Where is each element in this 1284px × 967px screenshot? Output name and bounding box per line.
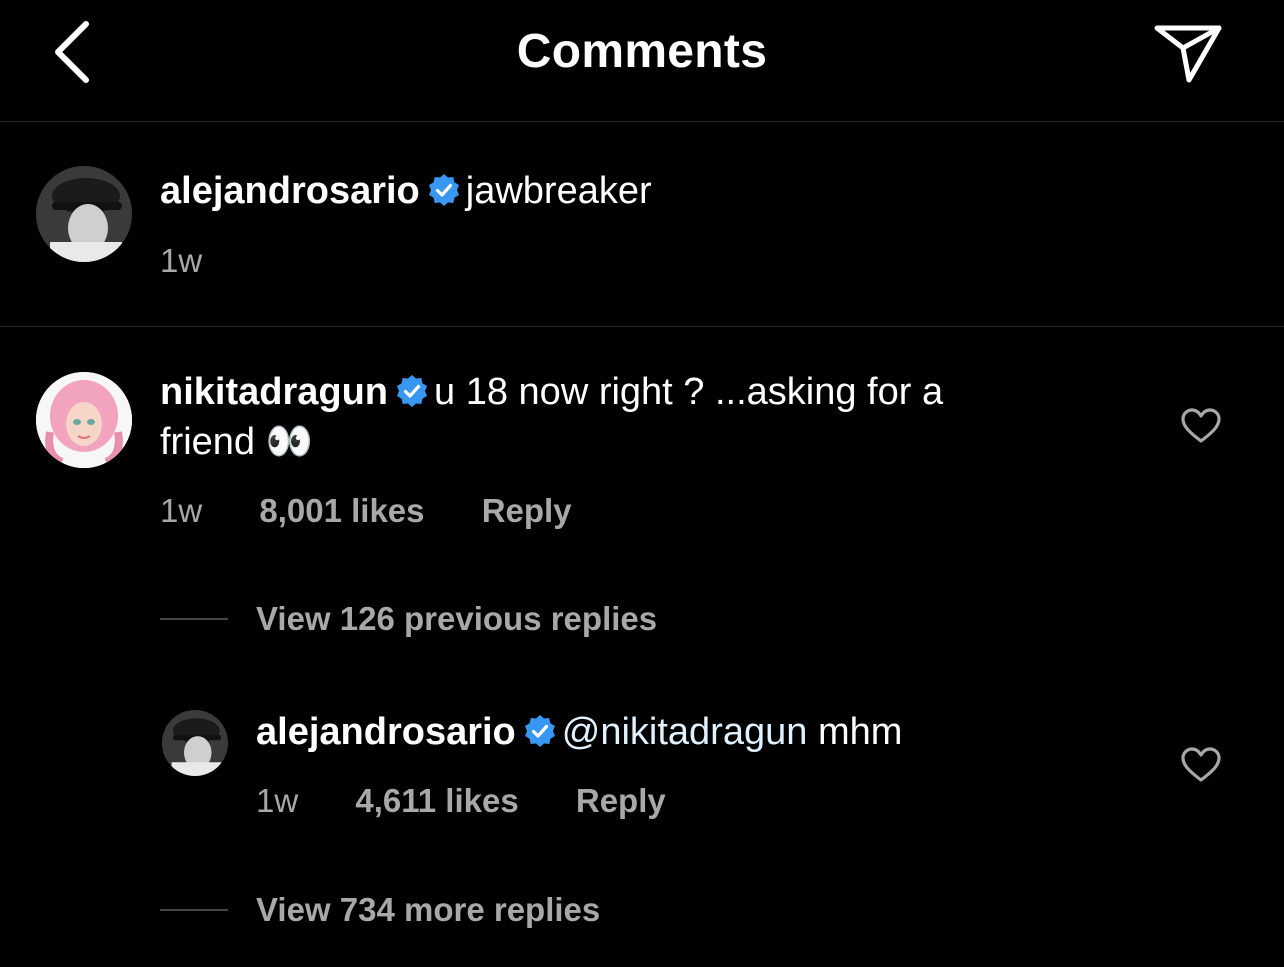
view-previous-replies-label: View 126 previous replies bbox=[256, 600, 658, 637]
avatar[interactable] bbox=[36, 372, 132, 468]
comment-text-line2: friend 👀 bbox=[160, 421, 313, 463]
paper-plane-icon bbox=[1154, 25, 1222, 83]
verified-badge-icon bbox=[397, 374, 428, 407]
comment-username[interactable]: alejandrosario bbox=[256, 711, 516, 753]
comment-username[interactable]: nikitadragun bbox=[160, 371, 388, 413]
share-button[interactable] bbox=[1150, 20, 1226, 86]
reply-meta: 1w 4,611 likes Reply bbox=[256, 782, 714, 820]
heart-icon[interactable] bbox=[1181, 408, 1221, 444]
divider bbox=[160, 909, 228, 911]
comment-time: 1w bbox=[160, 242, 203, 279]
mention-link[interactable]: @nikitadragun bbox=[562, 711, 808, 753]
comment-time: 1w bbox=[256, 782, 299, 819]
comment-text: u 18 now right ? ...asking for a bbox=[434, 371, 944, 413]
page-title: Comments bbox=[516, 25, 768, 78]
view-previous-replies[interactable]: View 126 previous replies bbox=[160, 600, 657, 638]
reply-body: alejandrosario @nikitadragun mhm bbox=[256, 708, 902, 756]
avatar[interactable] bbox=[36, 166, 132, 262]
likes-count[interactable]: 8,001 likes bbox=[259, 492, 424, 529]
heart-icon[interactable] bbox=[1181, 747, 1221, 783]
reply-text: mhm bbox=[817, 711, 903, 753]
comment-username[interactable]: alejandrosario bbox=[160, 170, 420, 212]
comment-meta: 1w 8,001 likes Reply bbox=[160, 492, 620, 530]
likes-count[interactable]: 4,611 likes bbox=[355, 782, 518, 819]
verified-badge-icon bbox=[524, 714, 555, 747]
header-bar: Comments bbox=[0, 0, 1284, 122]
verified-badge-icon bbox=[428, 173, 459, 206]
comment-time: 1w bbox=[160, 492, 203, 529]
reply-button[interactable]: Reply bbox=[576, 782, 666, 819]
caption-text: jawbreaker bbox=[465, 170, 652, 212]
post-caption: alejandrosario jawbreaker 1w bbox=[0, 122, 1284, 327]
comment-body: nikitadragun u 18 now right ? ...asking … bbox=[160, 368, 943, 416]
view-more-replies-label: View 734 more replies bbox=[256, 891, 601, 928]
view-more-replies[interactable]: View 734 more replies bbox=[160, 891, 600, 929]
reply-button[interactable]: Reply bbox=[482, 492, 572, 529]
avatar[interactable] bbox=[162, 710, 228, 776]
divider bbox=[160, 618, 228, 620]
